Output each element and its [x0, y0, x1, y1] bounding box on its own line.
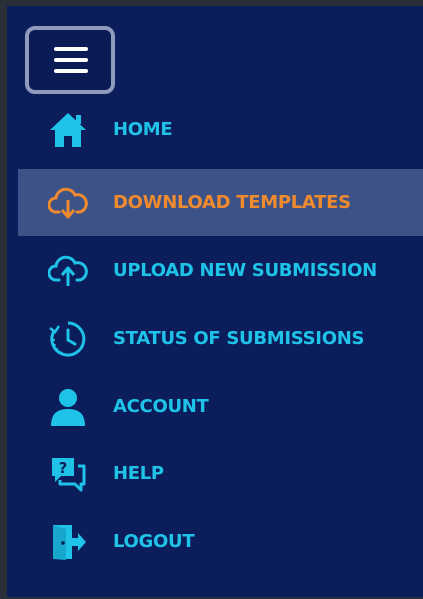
- nav-item-label: HELP: [113, 463, 164, 484]
- nav-item-download-templates[interactable]: DOWNLOAD TEMPLATES: [18, 169, 423, 236]
- cloud-upload-icon: [46, 249, 90, 293]
- svg-text:?: ?: [59, 459, 68, 477]
- nav-item-home[interactable]: HOME: [18, 96, 423, 163]
- nav-item-account[interactable]: ACCOUNT: [18, 373, 423, 440]
- nav-item-label: ACCOUNT: [113, 396, 209, 417]
- nav-item-upload-new-submission[interactable]: UPLOAD NEW SUBMISSION: [18, 237, 423, 304]
- nav-item-label: HOME: [113, 119, 173, 140]
- nav-item-label: STATUS OF SUBMISSIONS: [113, 328, 365, 349]
- nav-item-label: LOGOUT: [113, 531, 195, 552]
- help-chat-icon: ?: [46, 452, 90, 496]
- nav-item-help[interactable]: ? HELP: [18, 440, 423, 507]
- sidebar-nav: HOME DOWNLOAD TEMPLATES UPLOAD NEW SUBMI…: [7, 6, 423, 597]
- home-icon: [46, 108, 90, 152]
- logout-door-icon: [46, 520, 90, 564]
- nav-item-logout[interactable]: LOGOUT: [18, 508, 423, 575]
- clock-history-icon: [46, 317, 90, 361]
- sidebar-panel: HOME DOWNLOAD TEMPLATES UPLOAD NEW SUBMI…: [0, 0, 423, 599]
- nav-item-label: DOWNLOAD TEMPLATES: [113, 192, 351, 213]
- nav-item-label: UPLOAD NEW SUBMISSION: [113, 260, 377, 281]
- cloud-download-icon: [46, 181, 90, 225]
- nav-item-status-of-submissions[interactable]: STATUS OF SUBMISSIONS: [18, 305, 423, 372]
- user-icon: [46, 385, 90, 429]
